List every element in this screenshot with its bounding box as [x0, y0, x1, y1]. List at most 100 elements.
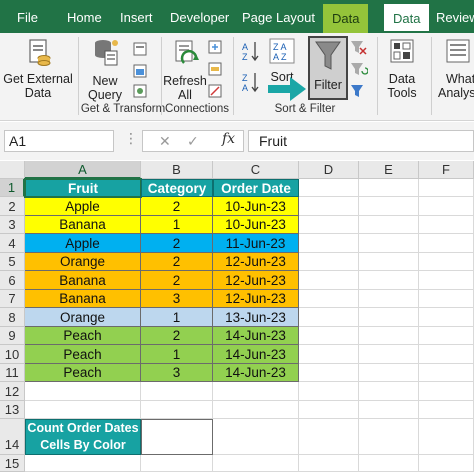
empty-cell[interactable]	[419, 290, 474, 308]
formula-bar-grip[interactable]: ⋮	[124, 130, 139, 147]
empty-cell[interactable]	[299, 253, 359, 271]
header-fruit[interactable]: Fruit	[24, 178, 142, 198]
empty-cell[interactable]	[299, 197, 359, 216]
empty-cell[interactable]	[299, 401, 359, 419]
empty-cell[interactable]	[213, 419, 299, 455]
empty-cell[interactable]	[299, 308, 359, 327]
empty-cell[interactable]	[419, 179, 474, 197]
tab-file[interactable]: File	[17, 0, 38, 33]
row-header-11[interactable]: 11	[0, 364, 25, 382]
empty-cell[interactable]	[419, 234, 474, 253]
fruit-cell[interactable]: Apple	[25, 197, 141, 216]
count-result-cell[interactable]	[141, 419, 213, 455]
empty-cell[interactable]	[419, 216, 474, 234]
row-header-1[interactable]: 1	[0, 179, 25, 197]
category-cell[interactable]: 2	[141, 253, 213, 271]
tab-data[interactable]: Data	[384, 4, 430, 33]
row-header-6[interactable]: 6	[0, 271, 25, 290]
empty-cell[interactable]	[419, 401, 474, 419]
empty-cell[interactable]	[419, 382, 474, 401]
row-header-12[interactable]: 12	[0, 382, 25, 401]
empty-cell[interactable]	[359, 327, 419, 345]
tab-insert[interactable]: Insert	[120, 0, 153, 33]
empty-cell[interactable]	[299, 345, 359, 364]
formula-input[interactable]: Fruit	[248, 130, 474, 152]
empty-cell[interactable]	[299, 216, 359, 234]
empty-cell[interactable]	[299, 271, 359, 290]
order-date-cell[interactable]: 11-Jun-23	[213, 234, 299, 253]
order-date-cell[interactable]: 14-Jun-23	[213, 364, 299, 382]
row-header-14[interactable]: 14	[0, 419, 25, 455]
empty-cell[interactable]	[299, 179, 359, 197]
fruit-cell[interactable]: Peach	[25, 364, 141, 382]
category-cell[interactable]: 2	[141, 197, 213, 216]
row-header-10[interactable]: 10	[0, 345, 25, 364]
empty-cell[interactable]	[359, 345, 419, 364]
column-header-b[interactable]: B	[141, 161, 213, 179]
empty-cell[interactable]	[419, 455, 474, 472]
fruit-cell[interactable]: Peach	[25, 327, 141, 345]
empty-cell[interactable]	[25, 455, 141, 472]
fruit-cell[interactable]: Peach	[25, 345, 141, 364]
cancel-icon[interactable]: ✕	[159, 133, 171, 150]
empty-cell[interactable]	[25, 382, 141, 401]
order-date-cell[interactable]: 10-Jun-23	[213, 216, 299, 234]
empty-cell[interactable]	[419, 253, 474, 271]
header-category[interactable]: Category	[141, 179, 213, 197]
order-date-cell[interactable]: 14-Jun-23	[213, 327, 299, 345]
row-header-15[interactable]: 15	[0, 455, 25, 472]
empty-cell[interactable]	[359, 419, 419, 455]
tab-data-highlighted[interactable]: Data	[323, 4, 369, 33]
empty-cell[interactable]	[299, 327, 359, 345]
row-header-4[interactable]: 4	[0, 234, 25, 253]
empty-cell[interactable]	[213, 401, 299, 419]
count-order-dates-label[interactable]: Count Order Dates Cells By Color	[25, 419, 141, 455]
column-header-f[interactable]: F	[419, 161, 474, 179]
empty-cell[interactable]	[419, 271, 474, 290]
order-date-cell[interactable]: 13-Jun-23	[213, 308, 299, 327]
category-cell[interactable]: 2	[141, 234, 213, 253]
empty-cell[interactable]	[419, 364, 474, 382]
row-header-9[interactable]: 9	[0, 327, 25, 345]
column-header-e[interactable]: E	[359, 161, 419, 179]
category-cell[interactable]: 1	[141, 345, 213, 364]
order-date-cell[interactable]: 12-Jun-23	[213, 271, 299, 290]
empty-cell[interactable]	[299, 455, 359, 472]
row-header-13[interactable]: 13	[0, 401, 25, 419]
tab-home[interactable]: Home	[67, 0, 102, 33]
empty-cell[interactable]	[359, 271, 419, 290]
get-external-data-button[interactable]: Get External Data	[2, 37, 74, 100]
row-header-5[interactable]: 5	[0, 253, 25, 271]
order-date-cell[interactable]: 12-Jun-23	[213, 290, 299, 308]
empty-cell[interactable]	[419, 345, 474, 364]
category-cell[interactable]: 2	[141, 327, 213, 345]
empty-cell[interactable]	[299, 419, 359, 455]
enter-icon[interactable]: ✓	[187, 133, 199, 150]
row-header-8[interactable]: 8	[0, 308, 25, 327]
data-tools-button[interactable]: Data Tools	[381, 37, 423, 100]
order-date-cell[interactable]: 14-Jun-23	[213, 345, 299, 364]
empty-cell[interactable]	[359, 364, 419, 382]
row-header-2[interactable]: 2	[0, 197, 25, 216]
refresh-all-button[interactable]: Refresh All	[163, 37, 207, 102]
row-header-3[interactable]: 3	[0, 216, 25, 234]
empty-cell[interactable]	[299, 290, 359, 308]
empty-cell[interactable]	[359, 401, 419, 419]
insert-function-icon[interactable]: fx	[222, 131, 235, 147]
empty-cell[interactable]	[419, 419, 474, 455]
empty-cell[interactable]	[359, 455, 419, 472]
empty-cell[interactable]	[359, 308, 419, 327]
sort-az-icon[interactable]: A Z Z A	[240, 39, 262, 102]
empty-cell[interactable]	[213, 382, 299, 401]
empty-cell[interactable]	[299, 234, 359, 253]
empty-cell[interactable]	[359, 179, 419, 197]
empty-cell[interactable]	[359, 253, 419, 271]
tab-page-layout[interactable]: Page Layout	[242, 0, 315, 33]
empty-cell[interactable]	[359, 234, 419, 253]
filter-button[interactable]: Filter	[308, 39, 348, 92]
category-cell[interactable]: 3	[141, 290, 213, 308]
empty-cell[interactable]	[299, 364, 359, 382]
fruit-cell[interactable]: Banana	[25, 216, 141, 234]
empty-cell[interactable]	[25, 401, 141, 419]
empty-cell[interactable]	[299, 382, 359, 401]
